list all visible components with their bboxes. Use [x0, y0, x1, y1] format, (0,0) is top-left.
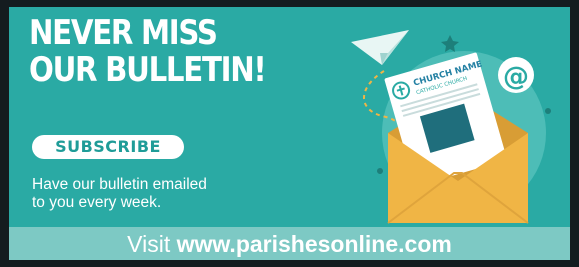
at-sign-icon: @ [498, 57, 534, 93]
footer-prefix: Visit [127, 231, 171, 257]
description-line-1: Have our bulletin emailed [32, 176, 207, 193]
banner-headline: NEVER MISS OUR BULLETIN! [29, 13, 267, 90]
subscribe-button[interactable]: SUBSCRIBE [32, 135, 184, 159]
banner-frame: NEVER MISS OUR BULLETIN! SUBSCRIBE Have … [0, 0, 579, 267]
footer-bar[interactable]: Visit www.parishesonline.com [9, 227, 570, 260]
banner-description: Have our bulletin emailed to you every w… [32, 176, 292, 212]
footer-url-link[interactable]: www.parishesonline.com [177, 231, 452, 257]
description-line-2: to you every week. [32, 194, 162, 211]
paper-plane-icon [351, 30, 409, 65]
bulletin-banner[interactable]: NEVER MISS OUR BULLETIN! SUBSCRIBE Have … [9, 7, 570, 260]
headline-line-2: OUR BULLETIN! [29, 50, 267, 90]
newsletter-illustration: CHURCH NAME CATHOLIC CHURCH @ [351, 30, 551, 224]
svg-text:@: @ [503, 62, 529, 92]
headline-line-1: NEVER MISS [29, 13, 218, 53]
